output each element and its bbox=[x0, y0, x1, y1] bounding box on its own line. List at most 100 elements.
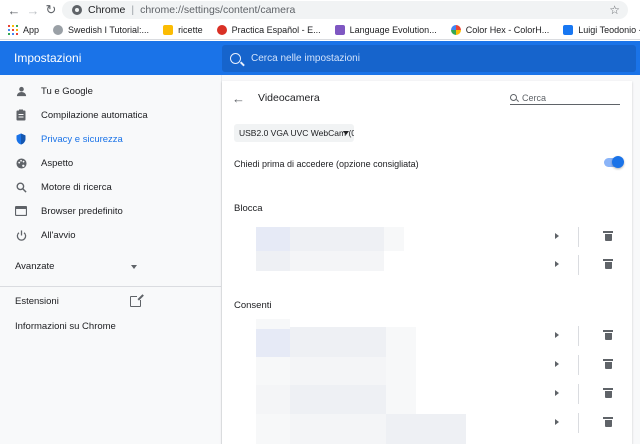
sidebar-item-label: Compilazione automatica bbox=[41, 109, 148, 121]
sidebar-about-chrome[interactable]: Informazioni su Chrome bbox=[15, 321, 116, 332]
search-icon bbox=[510, 94, 517, 101]
redacted-site-favicon bbox=[256, 319, 290, 329]
site-favicon-icon bbox=[216, 24, 227, 35]
chevron-right-icon[interactable] bbox=[555, 261, 559, 267]
bookmark-label: Swedish I Tutorial:... bbox=[68, 24, 150, 35]
chevron-down-icon[interactable] bbox=[131, 265, 137, 269]
site-row[interactable] bbox=[222, 251, 632, 279]
back-nav-icon[interactable]: ← bbox=[6, 2, 22, 18]
redacted-site-text bbox=[290, 251, 384, 271]
bookmark-star-icon[interactable]: ☆ bbox=[609, 3, 620, 17]
trash-icon[interactable] bbox=[603, 259, 613, 269]
bookmark-item[interactable]: Swedish I Tutorial:... bbox=[53, 24, 150, 35]
clipboard-icon bbox=[15, 109, 27, 121]
camera-device-select[interactable]: USB2.0 VGA UVC WebCam (0 bbox=[234, 124, 354, 142]
redacted-site-favicon bbox=[256, 414, 290, 444]
site-row[interactable] bbox=[222, 223, 632, 251]
sidebar-item-you-and-google[interactable]: Tu e Google bbox=[0, 79, 221, 103]
row-divider bbox=[578, 255, 579, 275]
settings-search-input[interactable] bbox=[251, 53, 611, 64]
chevron-right-icon[interactable] bbox=[555, 390, 559, 396]
search-icon bbox=[15, 181, 27, 193]
site-row[interactable] bbox=[222, 406, 632, 444]
sidebar-item-label: Privacy e sicurezza bbox=[41, 133, 123, 145]
camera-device-value: USB2.0 VGA UVC WebCam (0 bbox=[239, 128, 354, 138]
chevron-right-icon[interactable] bbox=[555, 332, 559, 338]
url-text: chrome://settings/content/camera bbox=[140, 4, 296, 16]
site-row[interactable] bbox=[222, 319, 632, 357]
sidebar-item-autofill[interactable]: Compilazione automatica bbox=[0, 103, 221, 127]
ask-before-access-toggle[interactable] bbox=[604, 156, 624, 168]
site-row[interactable] bbox=[222, 377, 632, 415]
bookmark-label: ricette bbox=[178, 24, 203, 35]
subpage-search[interactable] bbox=[510, 91, 620, 105]
bookmark-label: Luigi Teodonio - Al... bbox=[578, 24, 640, 35]
bookmark-item[interactable]: Language Evolution... bbox=[334, 24, 437, 35]
bookmarks-bar: App Swedish I Tutorial:... ricette Pract… bbox=[0, 20, 640, 40]
site-favicon-icon bbox=[53, 24, 64, 35]
row-divider bbox=[578, 227, 579, 247]
bookmark-item[interactable]: Color Hex - ColorH... bbox=[450, 24, 550, 35]
bookmark-item[interactable]: ricette bbox=[163, 24, 203, 35]
site-favicon-icon bbox=[334, 24, 345, 35]
bookmark-item[interactable]: Luigi Teodonio - Al... bbox=[563, 24, 640, 35]
power-icon bbox=[15, 229, 27, 241]
url-origin: Chrome bbox=[88, 4, 126, 16]
trash-icon[interactable] bbox=[603, 359, 613, 369]
sidebar-item-search-engine[interactable]: Motore di ricerca bbox=[0, 175, 221, 199]
subpage-title: Videocamera bbox=[258, 92, 320, 104]
camera-settings-card: ← Videocamera USB2.0 VGA UVC WebCam (0 C… bbox=[222, 81, 632, 444]
sidebar-item-privacy[interactable]: Privacy e sicurezza bbox=[0, 127, 221, 151]
site-row[interactable] bbox=[222, 348, 632, 385]
sidebar-divider bbox=[0, 286, 221, 287]
shield-icon bbox=[15, 133, 27, 145]
bookmark-label: App bbox=[23, 24, 40, 35]
trash-icon[interactable] bbox=[603, 330, 613, 340]
chevron-right-icon[interactable] bbox=[555, 419, 559, 425]
sidebar-item-appearance[interactable]: Aspetto bbox=[0, 151, 221, 175]
row-divider bbox=[578, 326, 579, 346]
settings-header: Impostazioni bbox=[0, 41, 640, 75]
sidebar-item-label: All'avvio bbox=[41, 229, 76, 241]
sidebar-item-on-startup[interactable]: All'avvio bbox=[0, 223, 221, 247]
toggle-knob bbox=[612, 156, 624, 168]
bookmark-label: Language Evolution... bbox=[349, 24, 437, 35]
row-divider bbox=[578, 384, 579, 404]
open-in-new-icon[interactable] bbox=[130, 294, 144, 307]
redacted-site-text bbox=[386, 414, 466, 444]
settings-sidebar: Tu e Google Compilazione automatica Priv… bbox=[0, 75, 222, 444]
address-bar[interactable]: Chrome | chrome://settings/content/camer… bbox=[62, 1, 628, 19]
settings-main: ← Videocamera USB2.0 VGA UVC WebCam (0 C… bbox=[222, 75, 640, 444]
chrome-info-icon[interactable] bbox=[72, 5, 82, 15]
sidebar-extensions[interactable]: Estensioni bbox=[15, 296, 59, 307]
site-favicon-icon bbox=[450, 24, 461, 35]
reload-icon[interactable]: ↻ bbox=[43, 2, 59, 18]
back-arrow-icon[interactable]: ← bbox=[232, 91, 245, 106]
palette-icon bbox=[15, 157, 27, 169]
chevron-right-icon[interactable] bbox=[555, 233, 559, 239]
trash-icon[interactable] bbox=[603, 417, 613, 427]
sidebar-item-label: Motore di ricerca bbox=[41, 181, 112, 193]
trash-icon[interactable] bbox=[603, 231, 613, 241]
bookmark-item[interactable]: Practica Español - E... bbox=[216, 24, 321, 35]
forward-nav-icon[interactable]: → bbox=[25, 2, 41, 18]
sidebar-item-label: Aspetto bbox=[41, 157, 74, 169]
bookmark-label: Practica Español - E... bbox=[231, 24, 321, 35]
settings-search[interactable] bbox=[222, 45, 636, 72]
redacted-site-favicon bbox=[256, 251, 290, 271]
subpage-search-input[interactable] bbox=[522, 92, 612, 103]
page-title: Impostazioni bbox=[14, 51, 82, 65]
trash-icon[interactable] bbox=[603, 388, 613, 398]
chevron-right-icon[interactable] bbox=[555, 361, 559, 367]
bookmark-apps[interactable]: App bbox=[8, 24, 40, 35]
dropdown-arrow-icon bbox=[343, 131, 349, 135]
search-icon bbox=[230, 53, 241, 64]
apps-grid-icon bbox=[8, 24, 18, 35]
redacted-site-text bbox=[384, 227, 404, 251]
sidebar-advanced[interactable]: Avanzate bbox=[15, 261, 54, 272]
sidebar-item-label: Tu e Google bbox=[41, 85, 93, 97]
sidebar-item-label: Browser predefinito bbox=[41, 205, 123, 217]
sidebar-item-default-browser[interactable]: Browser predefinito bbox=[0, 199, 221, 223]
browser-icon bbox=[15, 205, 27, 217]
bookmark-label: Color Hex - ColorH... bbox=[465, 24, 550, 35]
